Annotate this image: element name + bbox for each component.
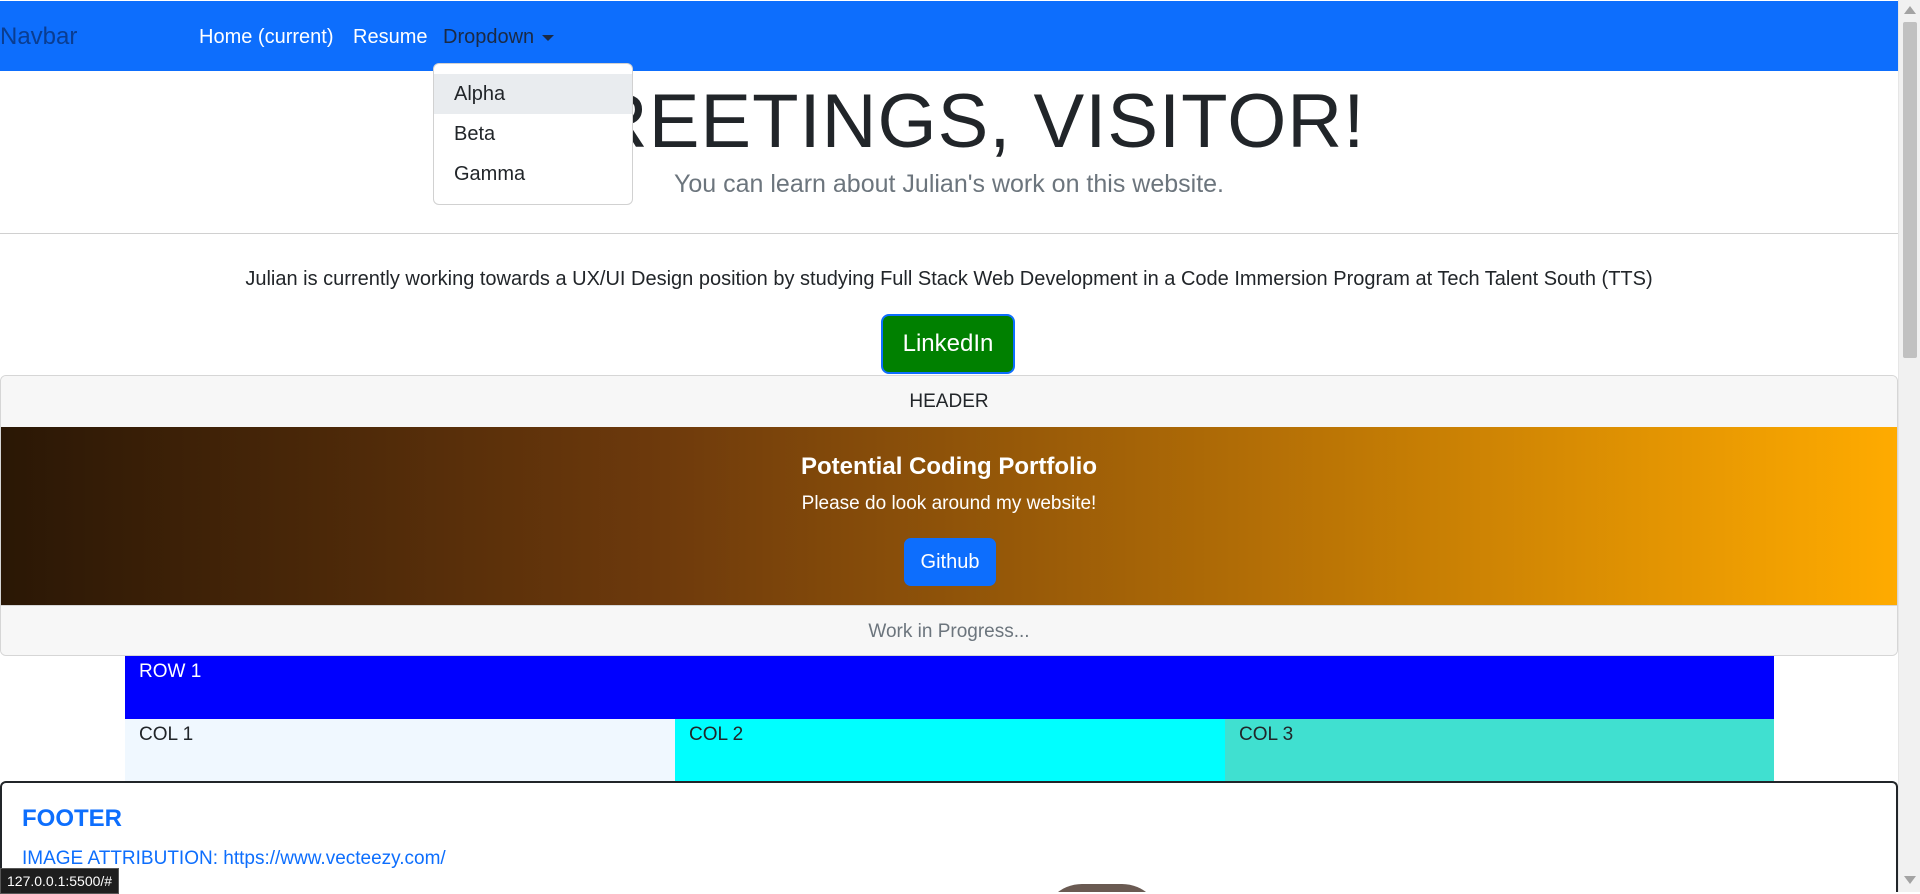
col-label: COL 3 bbox=[1239, 724, 1294, 745]
github-button[interactable]: Github bbox=[904, 538, 996, 586]
dropdown-label: Dropdown bbox=[443, 26, 535, 48]
divider bbox=[0, 233, 1898, 234]
card-header: HEADER bbox=[1, 376, 1897, 428]
status-url-bar: 127.0.0.1:5500/# bbox=[0, 868, 120, 894]
image-attribution-link[interactable]: IMAGE ATTRIBUTION: https://www.vecteezy.… bbox=[22, 848, 446, 870]
caret-down-icon bbox=[542, 34, 555, 41]
grid-col-2: COL 2 bbox=[675, 719, 1225, 781]
col-label: COL 1 bbox=[139, 724, 194, 745]
col-label: COL 2 bbox=[689, 724, 744, 745]
portfolio-card: HEADER Potential Coding Portfolio Please… bbox=[0, 375, 1898, 656]
nav-link-home[interactable]: Home (current) bbox=[199, 26, 333, 49]
hero-title: GREETINGS, VISITOR! bbox=[532, 79, 1366, 164]
scroll-thumb[interactable] bbox=[1903, 22, 1917, 358]
page: Navbar Home (current) Resume Dropdown Al… bbox=[0, 0, 1898, 892]
avatar bbox=[1042, 884, 1162, 892]
scroll-up-arrow-icon[interactable] bbox=[1904, 6, 1916, 14]
grid-row-1: ROW 1 bbox=[125, 656, 1774, 719]
nav-link-dropdown[interactable]: Dropdown bbox=[443, 26, 555, 49]
linkedin-button[interactable]: LinkedIn bbox=[881, 314, 1015, 374]
hero-subtitle: You can learn about Julian's work on thi… bbox=[673, 170, 1224, 198]
card-body: Potential Coding Portfolio Please do loo… bbox=[1, 427, 1897, 605]
dropdown-item-gamma[interactable]: Gamma bbox=[434, 154, 632, 194]
vertical-scrollbar[interactable] bbox=[1898, 0, 1920, 892]
dropdown-item-beta[interactable]: Beta bbox=[434, 114, 632, 154]
dropdown-menu: Alpha Beta Gamma bbox=[433, 63, 633, 205]
intro-text: Julian is currently working towards a UX… bbox=[245, 268, 1653, 290]
navbar-brand[interactable]: Navbar bbox=[0, 23, 77, 51]
grid-col-3: COL 3 bbox=[1225, 719, 1774, 781]
grid-col-1: COL 1 bbox=[125, 719, 675, 781]
nav-link-resume[interactable]: Resume bbox=[353, 26, 427, 49]
card-footer: Work in Progress... bbox=[1, 605, 1897, 655]
card-title: Potential Coding Portfolio bbox=[801, 453, 1097, 480]
card-text: Please do look around my website! bbox=[801, 493, 1097, 514]
footer: FOOTER IMAGE ATTRIBUTION: https://www.ve… bbox=[0, 781, 1898, 892]
scroll-down-arrow-icon[interactable] bbox=[1904, 876, 1916, 884]
dropdown-item-alpha[interactable]: Alpha bbox=[434, 74, 632, 114]
footer-title: FOOTER bbox=[22, 805, 122, 832]
navbar: Navbar Home (current) Resume Dropdown bbox=[0, 1, 1898, 71]
row-label: ROW 1 bbox=[139, 661, 202, 682]
